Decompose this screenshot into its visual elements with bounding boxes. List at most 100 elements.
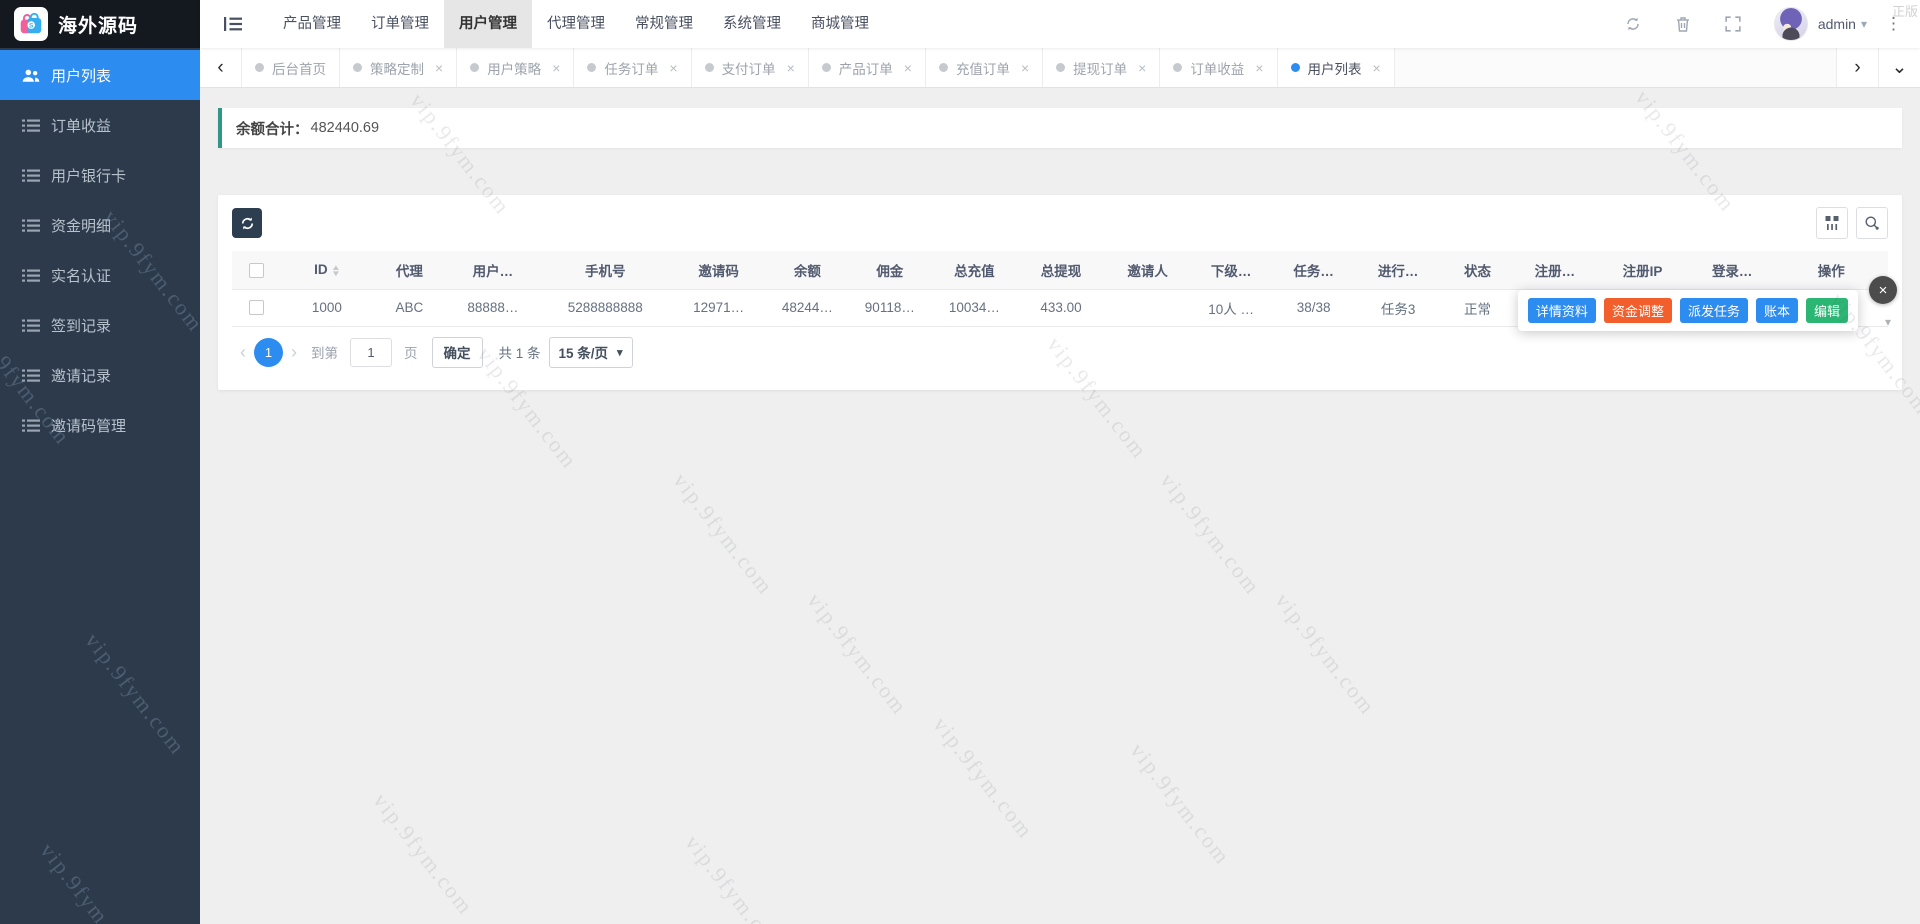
sidebar-menu: 用户列表 订单收益 用户银行卡 资金明细 实名认证 签到记录 bbox=[0, 48, 200, 450]
funds-adjust-button[interactable]: 资金调整 bbox=[1604, 298, 1672, 323]
avatar[interactable] bbox=[1774, 7, 1808, 41]
app-title: 海外源码 bbox=[58, 11, 138, 38]
users-icon bbox=[22, 68, 40, 83]
close-icon[interactable]: × bbox=[1373, 60, 1381, 76]
tab-task-orders[interactable]: 任务订单 × bbox=[574, 48, 691, 87]
tab-recharge-orders[interactable]: 充值订单 × bbox=[926, 48, 1043, 87]
top-nav: 产品管理 订单管理 用户管理 代理管理 常规管理 系统管理 商城管理 bbox=[268, 0, 884, 48]
ledger-button[interactable]: 账本 bbox=[1756, 298, 1798, 323]
row-actions-popover: 详情资料 资金调整 派发任务 账本 编辑 bbox=[1518, 290, 1858, 331]
header-inviter: 邀请人 bbox=[1104, 251, 1191, 289]
table-refresh-button[interactable] bbox=[232, 208, 262, 238]
column-filter-button[interactable] bbox=[1816, 207, 1848, 239]
sidebar-item-label: 用户列表 bbox=[51, 65, 111, 86]
list-icon bbox=[22, 218, 40, 233]
sidebar-item-invite-records[interactable]: 邀请记录 bbox=[0, 350, 200, 400]
sidebar-item-label: 邀请码管理 bbox=[51, 415, 126, 436]
table-search-button[interactable] bbox=[1856, 207, 1888, 239]
fullscreen-icon[interactable] bbox=[1722, 16, 1744, 32]
close-icon[interactable]: × bbox=[787, 60, 795, 76]
tabs-scroll-right-icon[interactable]: › bbox=[1836, 48, 1878, 87]
sidebar-item-label: 订单收益 bbox=[51, 115, 111, 136]
row-checkbox-cell bbox=[232, 289, 281, 326]
nav-product-mgmt[interactable]: 产品管理 bbox=[268, 0, 356, 48]
edit-button[interactable]: 编辑 bbox=[1806, 298, 1848, 323]
sidebar-item-label: 邀请记录 bbox=[51, 365, 111, 386]
nav-system-mgmt[interactable]: 系统管理 bbox=[708, 0, 796, 48]
goto-page-input[interactable] bbox=[350, 338, 392, 367]
sidebar-item-realname-auth[interactable]: 实名认证 bbox=[0, 250, 200, 300]
close-icon[interactable]: × bbox=[669, 60, 677, 76]
corner-watermark: 正版 bbox=[1892, 1, 1918, 20]
sidebar-item-user-bankcards[interactable]: 用户银行卡 bbox=[0, 150, 200, 200]
popover-caret-icon[interactable]: ▾ bbox=[1885, 315, 1891, 329]
tab-pay-orders[interactable]: 支付订单 × bbox=[692, 48, 809, 87]
header-login: 登录… bbox=[1690, 251, 1775, 289]
nav-mall-mgmt[interactable]: 商城管理 bbox=[796, 0, 884, 48]
close-icon[interactable]: × bbox=[1255, 60, 1263, 76]
tabs-list-icon[interactable]: ⌄ bbox=[1878, 48, 1920, 87]
tab-label: 支付订单 bbox=[722, 58, 776, 78]
sidebar-item-invite-codes[interactable]: 邀请码管理 bbox=[0, 400, 200, 450]
tab-user-strategy[interactable]: 用户策略 × bbox=[457, 48, 574, 87]
header-phone: 手机号 bbox=[539, 251, 671, 289]
cell-tasks: 38/38 bbox=[1271, 289, 1356, 326]
close-icon[interactable]: × bbox=[552, 60, 560, 76]
tab-product-orders[interactable]: 产品订单 × bbox=[809, 48, 926, 87]
sidebar-item-checkin-records[interactable]: 签到记录 bbox=[0, 300, 200, 350]
close-icon[interactable]: × bbox=[1138, 60, 1146, 76]
topbar: 产品管理 订单管理 用户管理 代理管理 常规管理 系统管理 商城管理 bbox=[200, 0, 1920, 48]
tab-home[interactable]: 后台首页 bbox=[242, 48, 340, 87]
header-invite-code: 邀请码 bbox=[671, 251, 766, 289]
balance-summary-value: 482440.69 bbox=[311, 120, 380, 136]
total-count: 共 1 条 bbox=[499, 342, 541, 362]
header-ongoing: 进行… bbox=[1356, 251, 1441, 289]
nav-order-mgmt[interactable]: 订单管理 bbox=[356, 0, 444, 48]
tab-withdraw-orders[interactable]: 提现订单 × bbox=[1043, 48, 1160, 87]
detail-info-button[interactable]: 详情资料 bbox=[1528, 298, 1596, 323]
logo-shopping-bag-icon: S bbox=[14, 7, 48, 41]
sidebar-item-funds-detail[interactable]: 资金明细 bbox=[0, 200, 200, 250]
header-total-recharge: 总充值 bbox=[931, 251, 1018, 289]
nav-general-mgmt[interactable]: 常规管理 bbox=[620, 0, 708, 48]
tab-bar: ‹ 后台首页 策略定制 × 用户策略 × 任务订单 × bbox=[200, 48, 1920, 88]
cell-total-recharge: 10034… bbox=[931, 289, 1018, 326]
close-icon[interactable]: × bbox=[904, 60, 912, 76]
tabs-scroll-left-icon[interactable]: ‹ bbox=[200, 48, 242, 87]
close-icon[interactable]: × bbox=[1021, 60, 1029, 76]
prev-page-icon[interactable]: ‹ bbox=[232, 342, 254, 363]
tab-dot bbox=[470, 63, 479, 72]
select-all-checkbox[interactable] bbox=[249, 263, 264, 278]
user-menu[interactable]: admin ▾ bbox=[1818, 16, 1867, 32]
popover-close-icon[interactable]: × bbox=[1869, 276, 1897, 304]
tab-label: 用户列表 bbox=[1308, 58, 1362, 78]
nav-agent-mgmt[interactable]: 代理管理 bbox=[532, 0, 620, 48]
next-page-icon[interactable]: › bbox=[283, 342, 305, 363]
sort-icon[interactable]: ▲▼ bbox=[332, 265, 340, 277]
goto-confirm-button[interactable]: 确定 bbox=[432, 337, 483, 368]
page-number-1[interactable]: 1 bbox=[254, 338, 283, 367]
tab-strategy-custom[interactable]: 策略定制 × bbox=[340, 48, 457, 87]
sidebar-collapse-icon[interactable] bbox=[224, 17, 242, 31]
page-size-select[interactable]: 15 条/页 ▾ bbox=[549, 337, 633, 368]
sidebar-item-label: 用户银行卡 bbox=[51, 165, 126, 186]
cell-user: 88888… bbox=[446, 289, 539, 326]
close-icon[interactable]: × bbox=[435, 60, 443, 76]
list-icon bbox=[22, 268, 40, 283]
list-icon bbox=[22, 318, 40, 333]
tab-order-earnings[interactable]: 订单收益 × bbox=[1160, 48, 1277, 87]
tab-user-list[interactable]: 用户列表 × bbox=[1278, 48, 1395, 87]
sidebar-item-user-list[interactable]: 用户列表 bbox=[0, 50, 200, 100]
tab-label: 充值订单 bbox=[956, 58, 1010, 78]
row-checkbox[interactable] bbox=[249, 300, 264, 315]
table-header-row: ID▲▼ 代理 用户… 手机号 邀请码 余额 佣金 总充值 总提现 邀请人 下级… bbox=[232, 251, 1888, 289]
nav-user-mgmt[interactable]: 用户管理 bbox=[444, 0, 532, 48]
main-area: 产品管理 订单管理 用户管理 代理管理 常规管理 系统管理 商城管理 bbox=[200, 0, 1920, 924]
header-user: 用户… bbox=[446, 251, 539, 289]
page-size-value: 15 条/页 bbox=[559, 342, 609, 362]
refresh-icon[interactable] bbox=[1622, 16, 1644, 32]
trash-icon[interactable] bbox=[1672, 16, 1694, 32]
dispatch-task-button[interactable]: 派发任务 bbox=[1680, 298, 1748, 323]
header-id[interactable]: ID▲▼ bbox=[281, 251, 372, 289]
sidebar-item-order-earnings[interactable]: 订单收益 bbox=[0, 100, 200, 150]
